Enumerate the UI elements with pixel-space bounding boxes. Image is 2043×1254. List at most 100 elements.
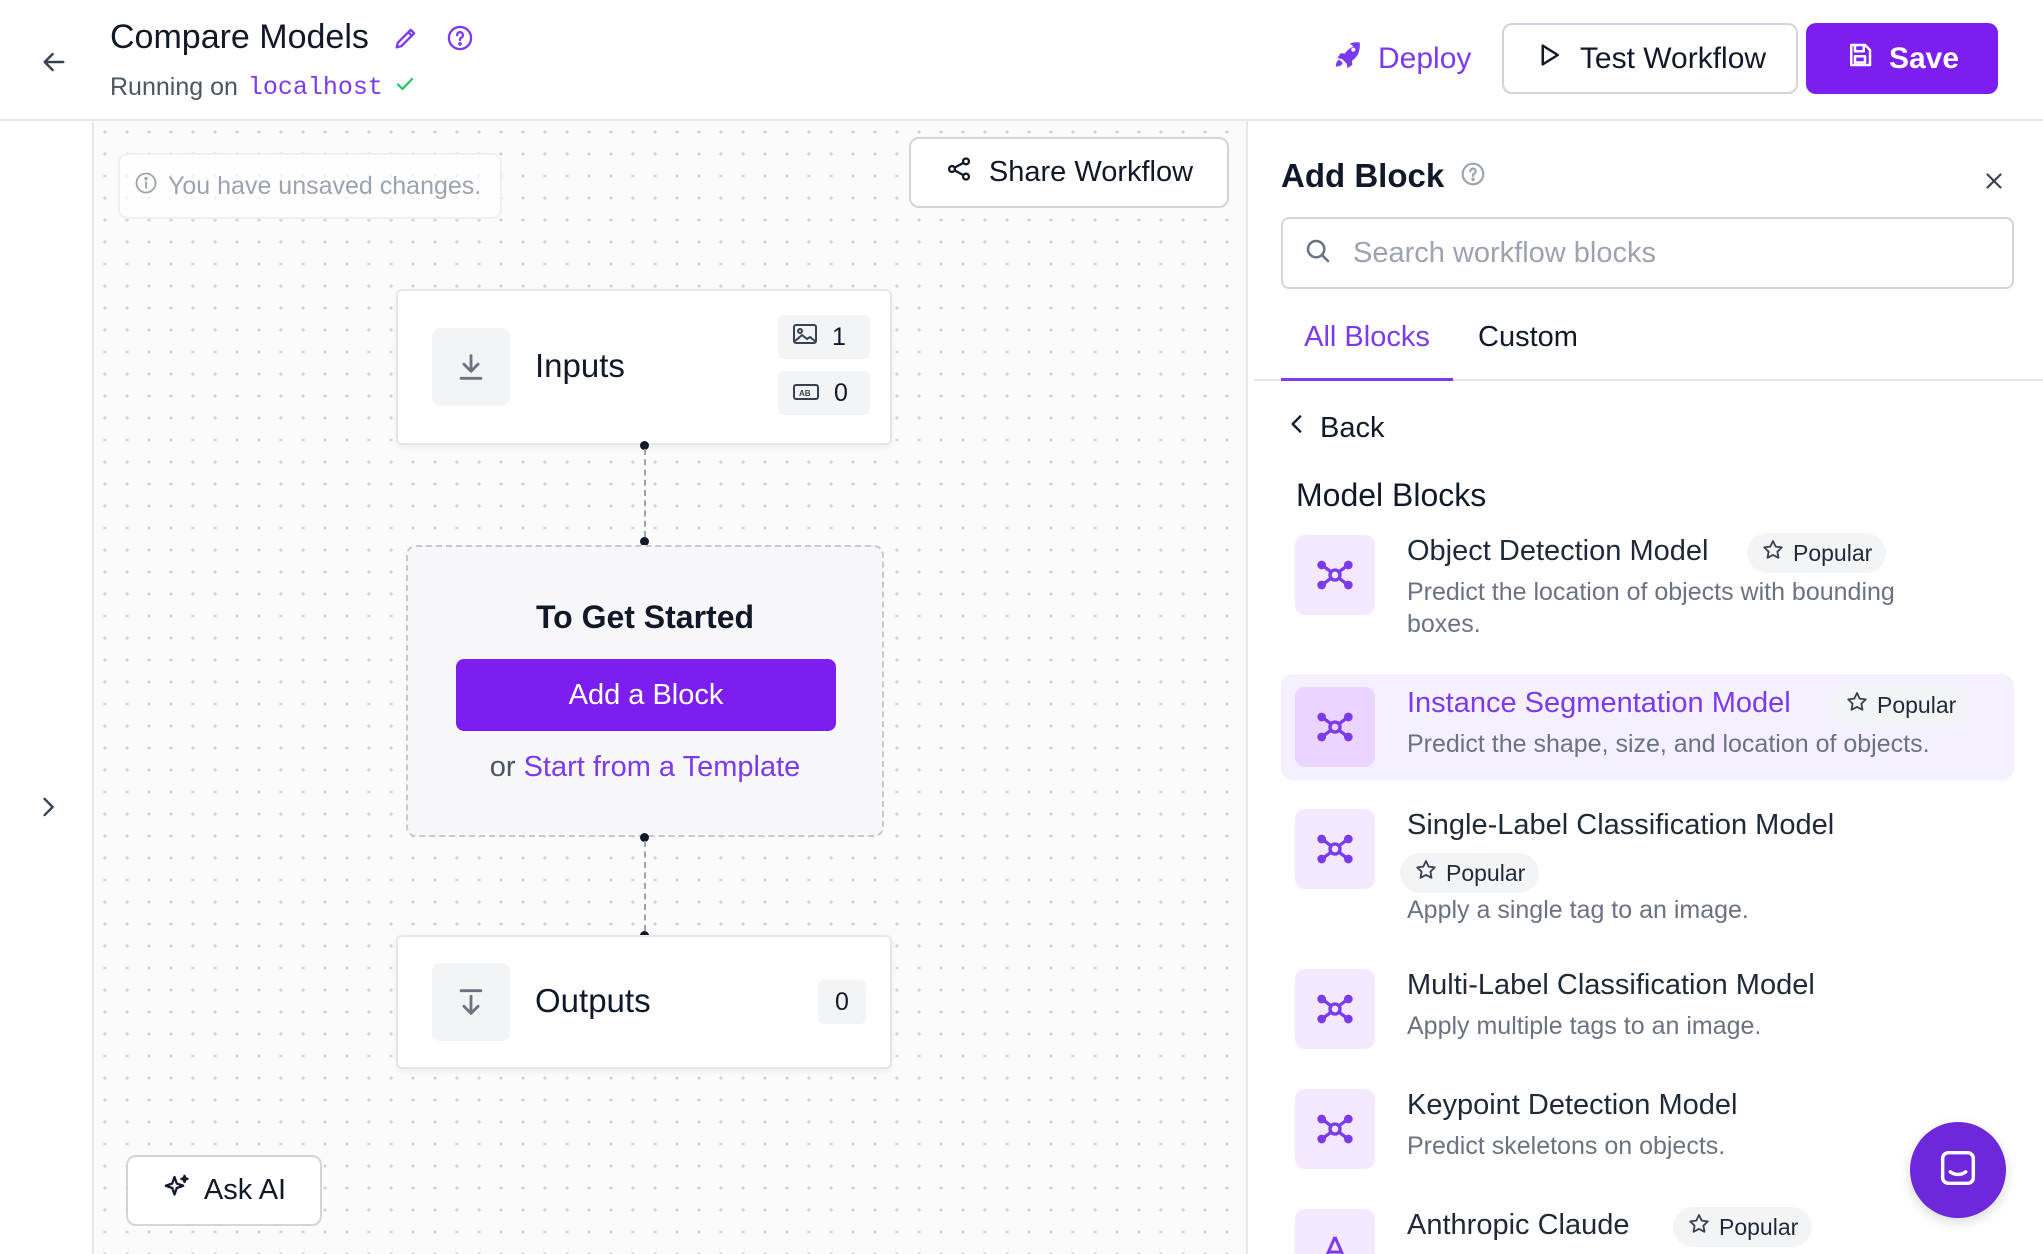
back-arrow-icon[interactable] — [36, 44, 72, 80]
add-block-button[interactable]: Add a Block — [456, 659, 836, 731]
connector-line — [644, 841, 646, 931]
rocket-icon — [1332, 39, 1364, 79]
pencil-icon[interactable] — [389, 21, 423, 55]
close-icon[interactable] — [1974, 161, 2014, 201]
block-single-label-classification[interactable]: Single-Label Classification Model Popula… — [1281, 809, 2014, 929]
block-anthropic-claude[interactable]: Anthropic Claude Popular — [1281, 1207, 2014, 1254]
image-input-count: 1 — [832, 322, 846, 351]
save-button[interactable]: Save — [1806, 23, 1998, 94]
help-icon[interactable] — [1460, 157, 1486, 195]
info-icon — [134, 171, 158, 202]
connector-line — [644, 449, 646, 537]
back-link[interactable]: Back — [1284, 411, 1384, 445]
text-input-badge: AB 0 — [778, 371, 870, 415]
deploy-label: Deploy — [1378, 42, 1472, 75]
model-icon — [1295, 687, 1375, 767]
ask-ai-label: Ask AI — [203, 1174, 287, 1206]
popular-badge: Popular — [1831, 685, 1971, 725]
template-line: or Start from a Template — [408, 751, 882, 784]
popular-badge: Popular — [1400, 853, 1540, 893]
share-workflow-label: Share Workflow — [988, 156, 1194, 188]
star-icon — [1414, 858, 1438, 888]
star-icon — [1761, 538, 1785, 568]
page-title: Compare Models — [110, 18, 369, 56]
block-name: Anthropic Claude — [1407, 1209, 1630, 1241]
outputs-count-badge: 0 — [818, 980, 866, 1024]
host-name: localhost — [247, 73, 383, 102]
model-icon — [1295, 969, 1375, 1049]
anthropic-icon — [1295, 1209, 1375, 1254]
block-description: Predict the location of objects with bou… — [1407, 578, 1895, 638]
inputs-label: Inputs — [535, 347, 625, 384]
block-description: Predict the shape, size, and location of… — [1407, 730, 1930, 758]
star-icon — [1687, 1212, 1711, 1242]
tab-custom[interactable]: Custom — [1478, 317, 1578, 381]
title-row: Compare Models — [110, 18, 477, 57]
svg-text:AB: AB — [799, 389, 811, 398]
model-icon — [1295, 1089, 1375, 1169]
text-input-count: 0 — [834, 378, 848, 407]
block-keypoint-detection[interactable]: Keypoint Detection Model Predict skeleto… — [1281, 1089, 2014, 1171]
running-status: Running on localhost — [110, 72, 417, 103]
chat-support-button[interactable] — [1910, 1122, 2006, 1218]
save-icon — [1845, 40, 1875, 78]
save-label: Save — [1888, 41, 1960, 75]
star-icon — [1845, 690, 1869, 720]
popular-badge: Popular — [1747, 533, 1887, 573]
ask-ai-button[interactable]: Ask AI — [126, 1155, 322, 1226]
text-field-icon: AB — [792, 379, 820, 408]
unsaved-text: You have unsaved changes. — [168, 171, 482, 200]
or-text: or — [489, 751, 516, 783]
block-name: Single-Label Classification Model — [1407, 809, 1835, 841]
inputs-node[interactable]: Inputs 1 AB 0 — [396, 289, 892, 445]
share-workflow-button[interactable]: Share Workflow — [909, 137, 1229, 208]
popular-label: Popular — [1446, 859, 1526, 886]
search-box — [1281, 217, 2014, 289]
get-started-title: To Get Started — [535, 599, 755, 635]
popular-badge: Popular — [1673, 1207, 1813, 1247]
tab-all-blocks[interactable]: All Blocks — [1281, 317, 1453, 381]
block-description: Apply a single tag to an image. — [1407, 896, 1749, 924]
chevron-left-icon — [1284, 411, 1310, 445]
deploy-button[interactable]: Deploy — [1310, 24, 1493, 94]
back-label: Back — [1320, 411, 1385, 444]
section-title: Model Blocks — [1296, 477, 1487, 513]
block-name: Object Detection Model — [1407, 535, 1709, 567]
panel-title: Add Block — [1281, 157, 1486, 195]
play-icon — [1534, 40, 1564, 78]
panel-title-text: Add Block — [1281, 157, 1445, 194]
block-multi-label-classification[interactable]: Multi-Label Classification Model Apply m… — [1281, 969, 2014, 1051]
add-block-panel: Add Block All Blocks Custom Back Model B… — [1254, 121, 2043, 1254]
outputs-label: Outputs — [535, 982, 651, 1019]
workflow-canvas[interactable]: You have unsaved changes. Share Workflow… — [94, 121, 1248, 1254]
popular-label: Popular — [1719, 1213, 1799, 1240]
sparkle-icon — [162, 1172, 192, 1210]
outputs-count: 0 — [835, 987, 849, 1016]
get-started-card: To Get Started Add a Block or Start from… — [406, 545, 884, 837]
help-icon[interactable] — [443, 21, 477, 55]
block-instance-segmentation[interactable]: Instance Segmentation Model Popular Pred… — [1281, 674, 2014, 780]
popular-label: Popular — [1877, 691, 1957, 718]
search-icon — [1303, 236, 1333, 271]
model-icon — [1295, 535, 1375, 615]
block-name: Instance Segmentation Model — [1407, 687, 1791, 719]
block-description: Apply multiple tags to an image. — [1407, 1012, 1762, 1040]
output-arrow-icon — [432, 963, 510, 1041]
test-workflow-button[interactable]: Test Workflow — [1502, 23, 1798, 94]
download-icon — [432, 328, 510, 406]
unsaved-notice: You have unsaved changes. — [118, 153, 502, 219]
share-icon — [945, 155, 973, 191]
block-description: Predict skeletons on objects. — [1407, 1132, 1726, 1160]
block-name: Multi-Label Classification Model — [1407, 969, 1815, 1001]
image-input-badge: 1 — [778, 315, 870, 359]
popular-label: Popular — [1793, 539, 1873, 566]
chevron-right-icon[interactable] — [28, 785, 68, 829]
running-label: Running on — [110, 73, 238, 101]
start-from-template-link[interactable]: Start from a Template — [524, 751, 801, 783]
outputs-node[interactable]: Outputs 0 — [396, 935, 892, 1069]
block-object-detection[interactable]: Object Detection Model Popular Predict t… — [1281, 533, 2014, 647]
search-input[interactable] — [1353, 236, 1973, 270]
left-rail — [0, 121, 94, 1254]
block-name: Keypoint Detection Model — [1407, 1089, 1738, 1121]
image-icon — [792, 323, 818, 352]
